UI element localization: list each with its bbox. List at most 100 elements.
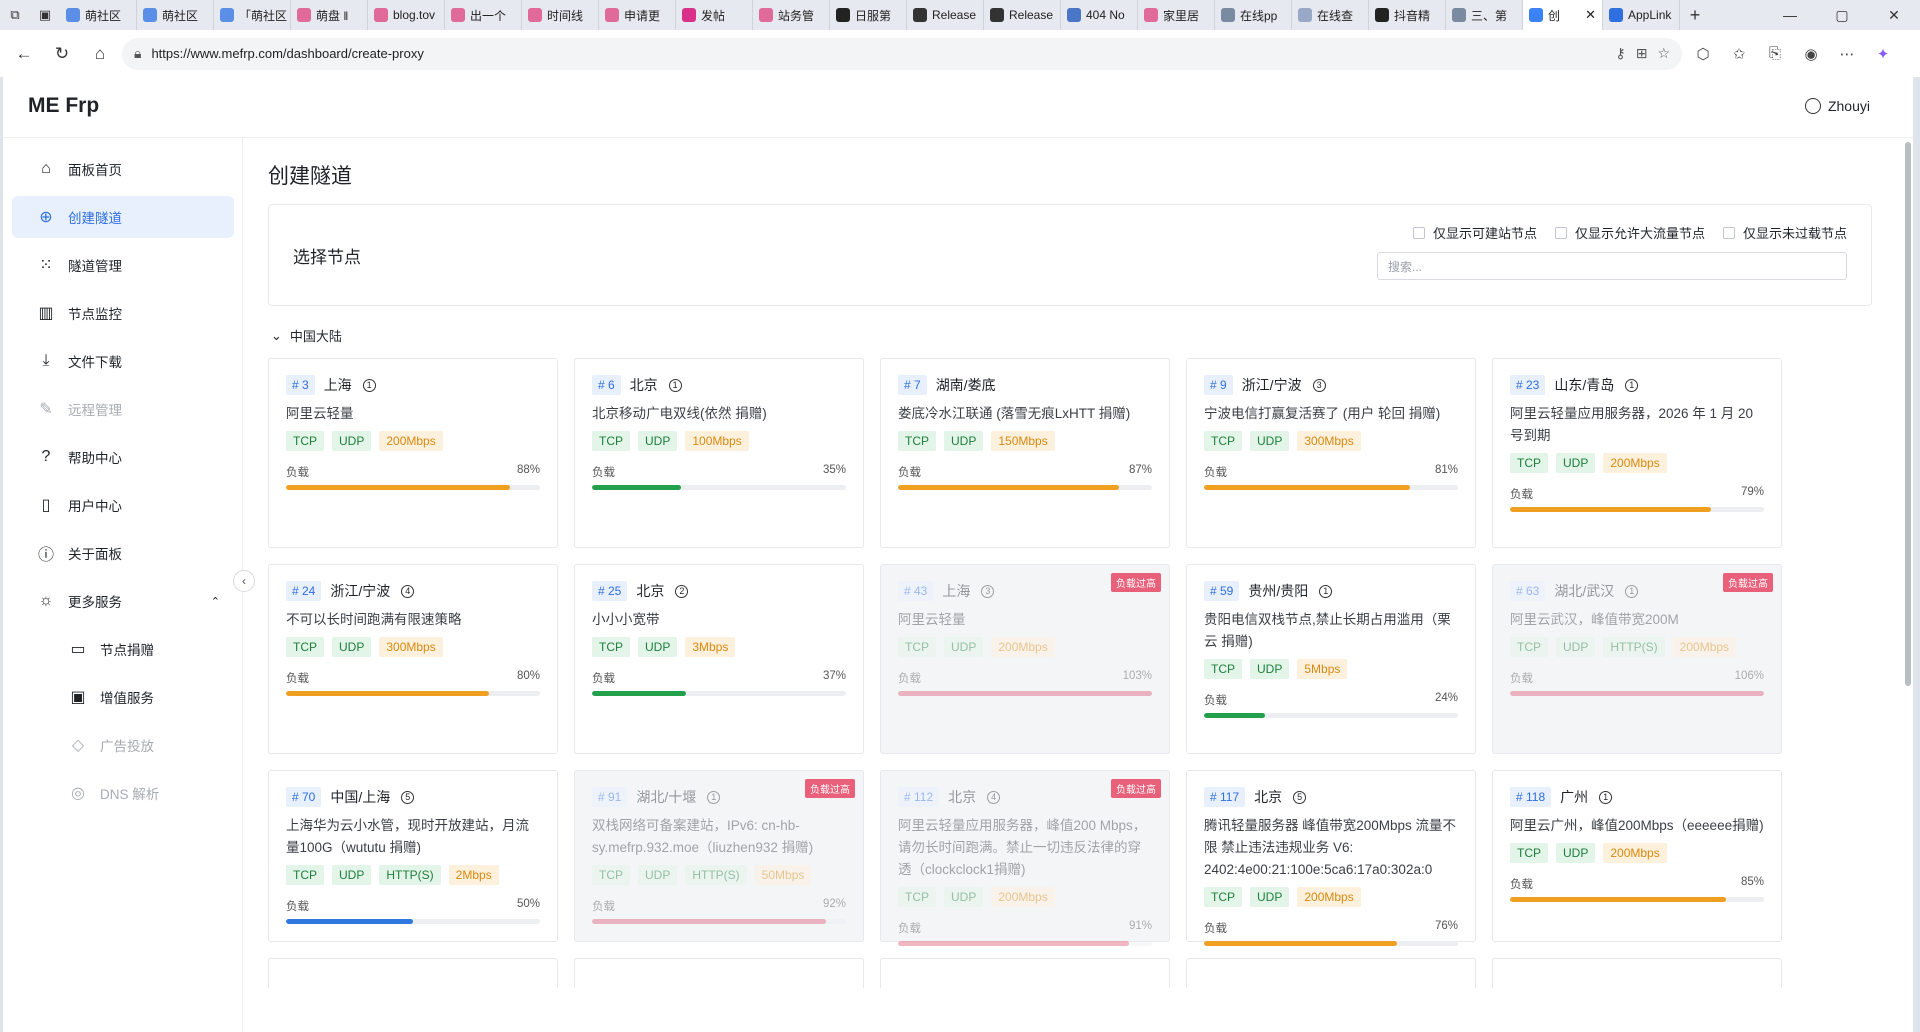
sidebar-item[interactable]: ▥ 节点监控 bbox=[12, 292, 234, 334]
lock-icon[interactable]: 🔒︎ bbox=[134, 45, 141, 62]
node-card[interactable]: # 91 湖北/十堰 1 双栈网络可备案建站，IPv6: cn-hb-sy.mefrp… bbox=[574, 770, 864, 942]
browser-tab[interactable]: 在线pp bbox=[1215, 0, 1292, 30]
bandwidth-tag: 200Mbps bbox=[1672, 637, 1737, 657]
node-card[interactable]: # 24 浙江/宁波 4 不可以长时间跑满有限速策略 TCP UDP 300Mbps 负载 80… bbox=[268, 564, 558, 754]
extensions-icon[interactable]: ⬡ bbox=[1688, 38, 1718, 70]
profile-icon[interactable]: ◉ bbox=[1796, 38, 1826, 70]
checkbox[interactable] bbox=[1554, 226, 1567, 239]
sidebar-subitem[interactable]: ◎ DNS 解析 bbox=[12, 772, 234, 814]
browser-tab[interactable]: 「萌社区 bbox=[214, 0, 291, 30]
sidebar-subitem[interactable]: ◇ 广告投放 bbox=[12, 724, 234, 766]
sidebar-item[interactable]: ⓘ 关于面板 bbox=[12, 532, 234, 574]
browser-tab[interactable]: Release bbox=[907, 0, 984, 30]
sidebar-subitem[interactable]: ▣ 增值服务 bbox=[12, 676, 234, 718]
maximize-button[interactable]: ▢ bbox=[1816, 0, 1868, 30]
sidebar-item[interactable]: ☼ 更多服务 ⌃ bbox=[12, 580, 234, 622]
browser-tab[interactable]: 在线查 bbox=[1292, 0, 1369, 30]
node-tags: TCP UDP 200Mbps bbox=[1510, 843, 1764, 863]
browser-tab[interactable]: 萌社区 bbox=[60, 0, 137, 30]
close-window-button[interactable]: ✕ bbox=[1868, 0, 1920, 30]
browser-tab[interactable]: 发帖 bbox=[676, 0, 753, 30]
close-tab-icon[interactable]: ✕ bbox=[1585, 7, 1596, 23]
filter-checkbox[interactable]: 仅显示可建站节点 bbox=[1412, 223, 1537, 242]
node-level-badge: 5 bbox=[1293, 790, 1307, 804]
node-card[interactable]: # 59 贵州/贵阳 1 贵阳电信双栈节点,禁止长期占用滥用（栗云 捐赠) TCP UDP… bbox=[1186, 564, 1476, 754]
browser-tab[interactable]: 三、第 bbox=[1446, 0, 1523, 30]
node-card[interactable]: # 118 广州 1 阿里云广州，峰值200Mbps（eeeeee捐赠) TCP UDP 2… bbox=[1492, 770, 1782, 942]
node-id-tag: # 70 bbox=[286, 787, 322, 807]
browser-tab[interactable]: 日服第 bbox=[830, 0, 907, 30]
new-tab-button[interactable]: + bbox=[1680, 0, 1710, 30]
sidebar-item[interactable]: ▯ 用户中心 bbox=[12, 484, 234, 526]
node-card[interactable]: # 7 湖南/娄底 娄底冷水江联通 (落雪无痕LxHTT 捐赠) TCP UDP 150M… bbox=[880, 358, 1170, 548]
sidebar-item[interactable]: ⁙ 隧道管理 bbox=[12, 244, 234, 286]
browser-tab[interactable]: 创 ✕ bbox=[1523, 0, 1603, 30]
node-card-peek[interactable] bbox=[268, 958, 558, 988]
sidebar-item[interactable]: ⊕ 创建隧道 bbox=[12, 196, 234, 238]
node-card[interactable]: # 25 北京 2 小小小宽带 TCP UDP 3Mbps 负载 37% bbox=[574, 564, 864, 754]
node-card[interactable]: # 43 上海 3 阿里云轻量 TCP UDP 200Mbps 负载 103% 负载过高 bbox=[880, 564, 1170, 754]
node-card[interactable]: # 6 北京 1 北京移动广电双线(依然 捐赠) TCP UDP 100Mbps 负载 35% bbox=[574, 358, 864, 548]
refresh-button[interactable]: ↻ bbox=[46, 38, 78, 70]
node-card[interactable]: # 112 北京 4 阿里云轻量应用服务器，峰值200 Mbps，请勿长时间跑满。禁止… bbox=[880, 770, 1170, 946]
sidebar-subitem[interactable]: ▭ 节点捐赠 bbox=[12, 628, 234, 670]
browser-tab[interactable]: AppLink bbox=[1603, 0, 1680, 30]
browser-tab[interactable]: 出一个 bbox=[445, 0, 522, 30]
node-card-peek[interactable] bbox=[880, 958, 1170, 988]
sidebar-item[interactable]: ✎ 远程管理 bbox=[12, 388, 234, 430]
node-card[interactable]: # 63 湖北/武汉 1 阿里云武汉，峰值带宽200M TCP UDP HTTP(S) 200… bbox=[1492, 564, 1782, 754]
node-card-peek[interactable] bbox=[1492, 958, 1782, 988]
node-card-body: # 63 湖北/武汉 1 阿里云武汉，峰值带宽200M TCP UDP HTTP(S) 200… bbox=[1510, 581, 1764, 696]
back-button[interactable]: ← bbox=[8, 38, 40, 70]
sidebar-item[interactable]: ⤓ 文件下载 bbox=[12, 340, 234, 382]
node-card[interactable]: # 117 北京 5 腾讯轻量服务器 峰值带宽200Mbps 流量不限 禁止违法违规业… bbox=[1186, 770, 1476, 946]
node-card[interactable]: # 3 上海 1 阿里云轻量 TCP UDP 200Mbps 负载 88% bbox=[268, 358, 558, 548]
sidebar-item[interactable]: ⌂ 面板首页 bbox=[12, 148, 234, 190]
minimize-button[interactable]: — bbox=[1764, 0, 1816, 30]
filter-checkbox[interactable]: 仅显示允许大流量节点 bbox=[1554, 223, 1705, 242]
page-scrollbar[interactable] bbox=[1905, 142, 1911, 686]
url-field[interactable]: 🔒︎ https://www.mefrp.com/dashboard/creat… bbox=[122, 37, 1682, 70]
node-card[interactable]: # 23 山东/青岛 1 阿里云轻量应用服务器，2026 年 1 月 20 号到期 TC… bbox=[1492, 358, 1782, 548]
browser-tab[interactable]: 申请更 bbox=[599, 0, 676, 30]
copilot-icon[interactable]: ✦ bbox=[1868, 38, 1898, 70]
node-card[interactable]: # 9 浙江/宁波 3 宁波电信打赢复活赛了 (用户 轮回 捐赠) TCP UDP 300M… bbox=[1186, 358, 1476, 548]
browser-tab[interactable]: 404 No bbox=[1061, 0, 1138, 30]
browser-tab[interactable]: 萌社区 bbox=[137, 0, 214, 30]
browser-tab[interactable]: Release bbox=[984, 0, 1061, 30]
load-bar-fill bbox=[898, 691, 1152, 696]
app-header: ME Frp Zhouyi bbox=[3, 74, 1913, 138]
overload-badge: 负载过高 bbox=[1723, 573, 1773, 592]
browser-tab[interactable]: 抖音精 bbox=[1369, 0, 1446, 30]
node-card-peek[interactable] bbox=[574, 958, 864, 988]
browser-tab[interactable]: 时间线 bbox=[522, 0, 599, 30]
sidebar-icon: ▭ bbox=[70, 641, 86, 658]
checkbox[interactable] bbox=[1412, 226, 1425, 239]
region-toggle[interactable]: ⌄ 中国大陆 bbox=[271, 326, 1872, 345]
node-card-peek[interactable] bbox=[1186, 958, 1476, 988]
browser-tab[interactable]: blog.tov bbox=[368, 0, 445, 30]
collections-icon[interactable]: ⎘ bbox=[1760, 38, 1790, 70]
app-install-icon[interactable]: ⊞ bbox=[1636, 45, 1648, 62]
load-label: 负载 bbox=[898, 467, 921, 479]
tab-actions-icon[interactable]: ▣ bbox=[30, 0, 60, 30]
filter-checkbox[interactable]: 仅显示未过载节点 bbox=[1722, 223, 1847, 242]
load-percent: 106% bbox=[1734, 670, 1764, 682]
node-description: 阿里云轻量 bbox=[898, 612, 966, 627]
search-input[interactable]: 搜索... bbox=[1377, 252, 1847, 280]
favorite-star-icon[interactable]: ☆ bbox=[1657, 45, 1670, 62]
load-bar-fill bbox=[286, 691, 490, 696]
more-icon[interactable]: ⋯ bbox=[1832, 38, 1862, 70]
user-menu[interactable]: Zhouyi bbox=[1804, 97, 1870, 114]
sidebar-item[interactable]: ? 帮助中心 bbox=[12, 436, 234, 478]
favorites-icon[interactable]: ✩ bbox=[1724, 38, 1754, 70]
workspaces-icon[interactable]: ⧉ bbox=[0, 0, 30, 30]
key-icon[interactable]: ⚷ bbox=[1615, 45, 1625, 62]
browser-tab[interactable]: 站务管 bbox=[753, 0, 830, 30]
browser-tab[interactable]: 家里居 bbox=[1138, 0, 1215, 30]
browser-tab[interactable]: 萌盘 ‖ bbox=[291, 0, 368, 30]
node-card[interactable]: # 70 中国/上海 5 上海华为云小水管，现时开放建站，月流量100G（wututu… bbox=[268, 770, 558, 942]
checkbox[interactable] bbox=[1722, 226, 1735, 239]
brand-logo[interactable]: ME Frp bbox=[28, 94, 99, 118]
home-button[interactable]: ⌂ bbox=[84, 38, 116, 70]
